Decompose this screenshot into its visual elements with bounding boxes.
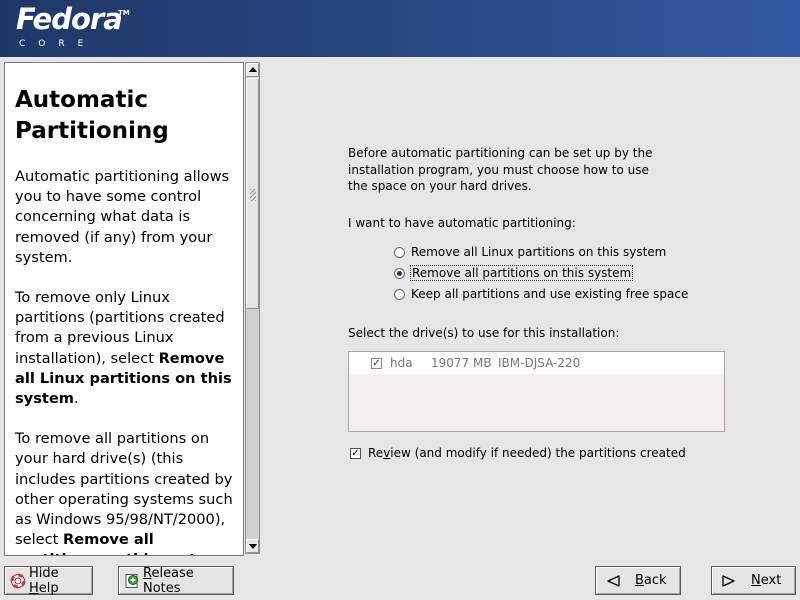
grip-icon	[250, 189, 256, 201]
hide-help-mnemonic: H	[29, 580, 39, 596]
option-label: Keep all partitions and use existing fre…	[411, 287, 689, 301]
fedora-logo: Fedora	[16, 2, 123, 36]
check-icon: ✓	[372, 357, 381, 369]
installer-header: Fedora TM CORE	[0, 0, 800, 57]
scroll-up-button[interactable]	[246, 63, 259, 77]
back-post: ack	[643, 573, 667, 588]
arrow-up-icon	[249, 67, 257, 72]
hide-help-pre: Hide	[29, 565, 59, 581]
partitioning-question: I want to have automatic partitioning:	[348, 216, 576, 230]
release-notes-icon	[124, 573, 140, 589]
arrow-down-icon	[249, 544, 257, 549]
help-panel: Automatic Partitioning Automatic partiti…	[4, 62, 244, 556]
hide-help-label: Hide Help	[29, 566, 92, 596]
review-checkbox[interactable]: ✓	[350, 447, 361, 459]
review-partitions-option[interactable]: ✓ Review (and modify if needed) the part…	[350, 446, 686, 460]
main-content: Before automatic partitioning can be set…	[270, 62, 800, 554]
review-label-pre: Re	[368, 446, 384, 460]
back-arrow-icon	[605, 573, 621, 589]
radio-button-selected[interactable]	[394, 267, 405, 279]
drives-label: Select the drive(s) to use for this inst…	[348, 326, 620, 340]
drive-name: hda	[390, 356, 413, 370]
scroll-thumb[interactable]	[246, 78, 259, 309]
trademark-mark: TM	[118, 9, 130, 17]
option-remove-all[interactable]: Remove all partitions on this system	[394, 264, 634, 282]
review-label-post: iew (and modify if needed) the partition…	[390, 446, 686, 460]
drive-checkbox[interactable]: ✓	[371, 357, 382, 369]
help-paragraph-2-end: .	[73, 390, 79, 408]
hide-help-post: elp	[38, 580, 59, 596]
option-label: Remove all partitions on this system	[409, 265, 634, 281]
option-keep-all[interactable]: Keep all partitions and use existing fre…	[394, 285, 688, 303]
release-notes-post: elease Notes	[143, 565, 194, 596]
next-label: Next	[751, 573, 781, 588]
drive-list[interactable]: ✓ hda 19077 MB IBM-DJSA-220	[348, 351, 725, 432]
help-paragraph-3-end: .	[221, 551, 226, 555]
next-button[interactable]: Next	[711, 566, 796, 595]
lifebuoy-icon	[10, 573, 26, 589]
hide-help-button[interactable]: Hide Help	[4, 566, 93, 596]
help-paragraph-2: To remove only Linux partitions (partiti…	[15, 288, 233, 409]
drive-model: IBM-DJSA-220	[498, 356, 581, 370]
option-label: Remove all Linux partitions on this syst…	[411, 245, 667, 259]
help-title: Automatic Partitioning	[15, 87, 169, 144]
help-scrollbar[interactable]	[245, 62, 260, 554]
option-remove-linux[interactable]: Remove all Linux partitions on this syst…	[394, 243, 666, 261]
back-mnemonic: B	[635, 573, 644, 588]
drive-size: 19077 MB	[431, 356, 492, 370]
drive-row[interactable]: ✓ hda 19077 MB IBM-DJSA-220	[349, 352, 724, 374]
back-button[interactable]: Back	[595, 566, 681, 595]
help-paragraph-3: To remove all partitions on your hard dr…	[15, 429, 233, 555]
radio-button[interactable]	[394, 246, 405, 258]
back-label: Back	[635, 573, 667, 588]
fedora-logo-subtitle: CORE	[19, 39, 97, 49]
next-mnemonic: N	[751, 573, 761, 588]
next-arrow-icon	[721, 573, 737, 589]
scroll-down-button[interactable]	[246, 539, 259, 553]
check-icon: ✓	[351, 447, 360, 459]
radio-button[interactable]	[394, 288, 405, 300]
release-notes-label: Release Notes	[143, 566, 233, 596]
release-notes-button[interactable]: Release Notes	[118, 566, 234, 596]
help-paragraph-1: Automatic partitioning allows you to hav…	[15, 168, 230, 266]
intro-text: Before automatic partitioning can be set…	[348, 146, 653, 193]
next-post: ext	[760, 573, 782, 588]
review-label: Review (and modify if needed) the partit…	[368, 446, 686, 460]
